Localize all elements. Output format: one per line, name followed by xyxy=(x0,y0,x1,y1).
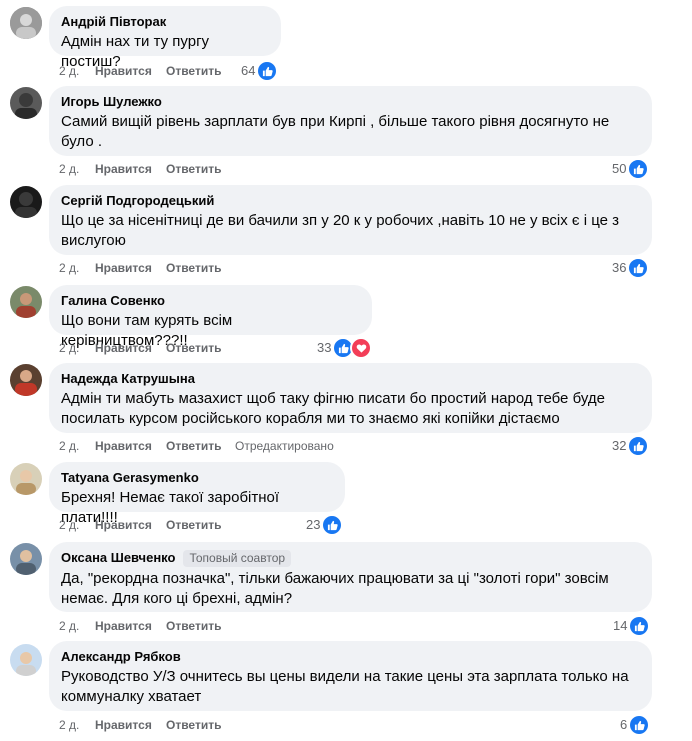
reaction-count[interactable]: 50 xyxy=(612,158,650,180)
reaction-number: 6 xyxy=(620,717,628,732)
reaction-number: 36 xyxy=(612,260,627,275)
comment-time[interactable]: 2 д. xyxy=(59,63,95,79)
comment-time[interactable]: 2 д. xyxy=(59,618,95,634)
thumbs-up-icon xyxy=(627,158,650,180)
author-name[interactable]: Оксана Шевченко xyxy=(61,550,175,565)
reply-button[interactable]: Ответить xyxy=(166,260,235,276)
avatar[interactable] xyxy=(10,7,42,39)
like-button[interactable]: Нравится xyxy=(95,63,166,79)
comment-actions: 2 д. Нравится Ответить xyxy=(59,517,235,533)
like-button[interactable]: Нравится xyxy=(95,618,166,634)
avatar-image xyxy=(10,644,42,676)
avatar-image xyxy=(10,87,42,119)
comment-bubble: Сергій Подгородецький Що це за нісенітни… xyxy=(49,185,652,255)
comment-time[interactable]: 2 д. xyxy=(59,340,95,356)
reply-button[interactable]: Ответить xyxy=(166,63,235,79)
comment-time[interactable]: 2 д. xyxy=(59,717,95,733)
edited-label: Отредактировано xyxy=(235,439,334,453)
avatar[interactable] xyxy=(10,644,42,676)
avatar[interactable] xyxy=(10,463,42,495)
comment-bubble: Надежда Катрушына Адмін ти мабуть мазахи… xyxy=(49,363,652,433)
thumbs-up-icon xyxy=(627,257,650,279)
comment-author[interactable]: Галина Совенко xyxy=(61,293,360,309)
thumbs-up-icon xyxy=(628,714,651,736)
heart-icon xyxy=(350,337,373,359)
reply-button[interactable]: Ответить xyxy=(166,438,235,454)
thumbs-up-icon xyxy=(321,514,344,536)
comment-author[interactable]: Надежда Катрушына xyxy=(61,371,640,387)
reaction-count[interactable]: 36 xyxy=(612,257,650,279)
comment-actions: 2 д. Нравится Ответить xyxy=(59,717,235,733)
avatar-image xyxy=(10,543,42,575)
reply-button[interactable]: Ответить xyxy=(166,517,235,533)
reaction-number: 64 xyxy=(241,63,256,78)
avatar[interactable] xyxy=(10,186,42,218)
comment-author[interactable]: Сергій Подгородецький xyxy=(61,193,640,209)
thumbs-up-icon xyxy=(628,615,651,637)
reaction-count[interactable]: 6 xyxy=(620,714,651,736)
comment-bubble: Игорь Шулежко Самий вищій рівень зарплат… xyxy=(49,86,652,156)
comment-author[interactable]: Tatyana Gerasymenko xyxy=(61,470,333,486)
comment-time[interactable]: 2 д. xyxy=(59,517,95,533)
comment-actions: 2 д. Нравится Ответить xyxy=(59,63,235,79)
reaction-count[interactable]: 64 xyxy=(241,60,279,82)
comment-actions: 2 д. Нравится Ответить xyxy=(59,260,235,276)
avatar-image xyxy=(10,364,42,396)
reaction-count[interactable]: 14 xyxy=(613,615,651,637)
comment-actions: 2 д. Нравится Ответить xyxy=(59,340,235,356)
comment-time[interactable]: 2 д. xyxy=(59,260,95,276)
reaction-number: 33 xyxy=(317,340,332,355)
comment-author[interactable]: Александр Рябков xyxy=(61,649,640,665)
top-contributor-badge: Топовый соавтор xyxy=(183,550,292,567)
reaction-number: 14 xyxy=(613,618,628,633)
like-button[interactable]: Нравится xyxy=(95,438,166,454)
comment-text: Адмін ти мабуть мазахист щоб таку фігню … xyxy=(61,390,605,427)
like-button[interactable]: Нравится xyxy=(95,717,166,733)
avatar[interactable] xyxy=(10,543,42,575)
reaction-count[interactable]: 32 xyxy=(612,435,650,457)
comment-actions: 2 д. Нравится Ответить xyxy=(59,161,235,177)
avatar[interactable] xyxy=(10,286,42,318)
avatar[interactable] xyxy=(10,364,42,396)
avatar-image xyxy=(10,7,42,39)
like-button[interactable]: Нравится xyxy=(95,340,166,356)
reaction-number: 32 xyxy=(612,438,627,453)
comment-time[interactable]: 2 д. xyxy=(59,161,95,177)
like-button[interactable]: Нравится xyxy=(95,517,166,533)
thumbs-up-icon xyxy=(627,435,650,457)
like-button[interactable]: Нравится xyxy=(95,260,166,276)
comment-text: Руководство У/З очнитесь вы цены видели … xyxy=(61,668,629,705)
avatar-image xyxy=(10,463,42,495)
comment-bubble: Галина Совенко Що вони там курять всім к… xyxy=(49,285,372,349)
comment-bubble: Tatyana Gerasymenko Брехня! Немає такої … xyxy=(49,462,345,526)
comment-author[interactable]: Оксана Шевченко Топовый соавтор xyxy=(61,550,640,567)
comment-actions: 2 д. Нравится Ответить xyxy=(59,618,235,634)
reply-button[interactable]: Ответить xyxy=(166,161,235,177)
comment-bubble: Александр Рябков Руководство У/З очнитес… xyxy=(49,641,652,711)
reaction-number: 50 xyxy=(612,161,627,176)
comment-text: Що це за нісенітниці де ви бачили зп у 2… xyxy=(61,212,620,249)
avatar-image xyxy=(10,186,42,218)
avatar-image xyxy=(10,286,42,318)
comment-author[interactable]: Игорь Шулежко xyxy=(61,94,640,110)
comment-text: Самий вищій рівень зарплати був при Кирп… xyxy=(61,113,610,150)
comment-actions: 2 д. Нравится Ответить Отредактировано xyxy=(59,438,334,454)
reaction-count[interactable]: 33 xyxy=(317,337,373,359)
comment-text: Да, "рекордна позначка", тільки бажаючих… xyxy=(61,570,609,607)
comment-author[interactable]: Андрій Півторак xyxy=(61,14,269,30)
avatar[interactable] xyxy=(10,87,42,119)
comment-bubble: Оксана Шевченко Топовый соавтор Да, "реко… xyxy=(49,542,652,612)
like-button[interactable]: Нравится xyxy=(95,161,166,177)
comment-bubble: Андрій Півторак Адмін нах ти ту пургу по… xyxy=(49,6,281,70)
reaction-number: 23 xyxy=(306,517,321,532)
thumbs-up-icon xyxy=(256,60,279,82)
reply-button[interactable]: Ответить xyxy=(166,717,235,733)
reply-button[interactable]: Ответить xyxy=(166,340,235,356)
comment-time[interactable]: 2 д. xyxy=(59,438,95,454)
reply-button[interactable]: Ответить xyxy=(166,618,235,634)
reaction-count[interactable]: 23 xyxy=(306,514,344,536)
